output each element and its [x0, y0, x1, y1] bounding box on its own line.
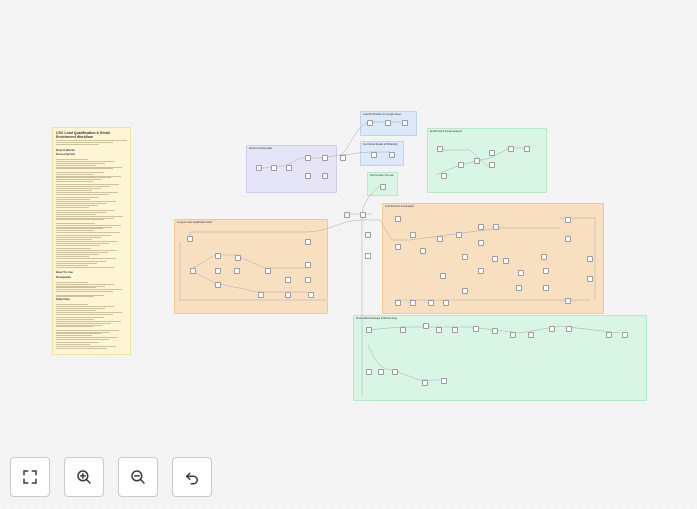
workflow-node[interactable] [385, 120, 391, 126]
workflow-node[interactable] [510, 332, 516, 338]
undo-button[interactable] [172, 457, 212, 497]
workflow-node[interactable] [493, 224, 499, 230]
workflow-node[interactable] [410, 232, 416, 238]
workflow-node[interactable] [443, 300, 449, 306]
workflow-node[interactable] [437, 236, 443, 242]
workflow-node[interactable] [516, 285, 522, 291]
zoom-out-button[interactable] [118, 457, 158, 497]
workflow-node[interactable] [456, 232, 462, 238]
workflow-node[interactable] [371, 152, 377, 158]
workflow-node[interactable] [441, 173, 447, 179]
zoom-in-icon [77, 470, 91, 484]
workflow-node[interactable] [365, 232, 371, 238]
workflow-node[interactable] [235, 255, 241, 261]
workflow-node[interactable] [366, 369, 372, 375]
workflow-node[interactable] [305, 262, 311, 268]
workflow-node[interactable] [360, 212, 366, 218]
workflow-node[interactable] [436, 327, 442, 333]
workflow-node[interactable] [285, 277, 291, 283]
workflow-node[interactable] [215, 253, 221, 259]
workflow-node[interactable] [389, 152, 395, 158]
workflow-node[interactable] [322, 155, 328, 161]
workflow-node[interactable] [367, 120, 373, 126]
workflow-node[interactable] [541, 254, 547, 260]
workflow-node[interactable] [543, 285, 549, 291]
workflow-node[interactable] [410, 300, 416, 306]
workflow-node[interactable] [420, 248, 426, 254]
workflow-node[interactable] [258, 292, 264, 298]
workflow-node[interactable] [549, 326, 555, 332]
workflow-node[interactable] [565, 236, 571, 242]
workflow-node[interactable] [305, 155, 311, 161]
workflow-node[interactable] [565, 217, 571, 223]
workflow-node[interactable] [422, 380, 428, 386]
workflow-node[interactable] [462, 254, 468, 260]
workflow-node[interactable] [190, 268, 196, 274]
workflow-node[interactable] [518, 270, 524, 276]
workflow-node[interactable] [528, 332, 534, 338]
workflow-node[interactable] [395, 244, 401, 250]
workflow-node[interactable] [395, 216, 401, 222]
workflow-node[interactable] [344, 212, 350, 218]
workflow-node[interactable] [365, 253, 371, 259]
workflow-node[interactable] [606, 332, 612, 338]
connection-wires [179, 121, 621, 395]
workflow-node[interactable] [473, 326, 479, 332]
fit-view-button[interactable] [10, 457, 50, 497]
workflow-canvas[interactable]: CSV Lead Qualification & Email Enrichmen… [0, 0, 697, 509]
workflow-node[interactable] [524, 146, 530, 152]
workflow-node[interactable] [234, 268, 240, 274]
workflow-node[interactable] [462, 288, 468, 294]
zoom-out-icon [131, 470, 145, 484]
workflow-node[interactable] [566, 326, 572, 332]
workflow-node[interactable] [285, 292, 291, 298]
workflow-node[interactable] [622, 332, 628, 338]
workflow-node[interactable] [503, 258, 509, 264]
workflow-node[interactable] [308, 292, 314, 298]
workflow-node[interactable] [402, 120, 408, 126]
workflow-node[interactable] [305, 277, 311, 283]
workflow-node[interactable] [340, 155, 346, 161]
workflow-node[interactable] [187, 236, 193, 242]
workflow-node[interactable] [492, 256, 498, 262]
workflow-node[interactable] [423, 323, 429, 329]
workflow-node[interactable] [400, 327, 406, 333]
workflow-node[interactable] [366, 327, 372, 333]
workflow-node[interactable] [378, 369, 384, 375]
workflow-node[interactable] [305, 239, 311, 245]
workflow-node[interactable] [452, 327, 458, 333]
workflow-node[interactable] [286, 165, 292, 171]
workflow-node[interactable] [215, 268, 221, 274]
workflow-node[interactable] [265, 268, 271, 274]
workflow-node[interactable] [489, 162, 495, 168]
zoom-in-button[interactable] [64, 457, 104, 497]
workflow-node[interactable] [215, 282, 221, 288]
workflow-node[interactable] [474, 158, 480, 164]
workflow-node[interactable] [478, 268, 484, 274]
workflow-node[interactable] [305, 173, 311, 179]
workflow-node[interactable] [478, 240, 484, 246]
workflow-node[interactable] [256, 165, 262, 171]
workflow-node[interactable] [508, 146, 514, 152]
workflow-node[interactable] [587, 276, 593, 282]
workflow-node[interactable] [380, 184, 386, 190]
workflow-node[interactable] [440, 273, 446, 279]
workflow-node[interactable] [271, 165, 277, 171]
workflow-node[interactable] [437, 146, 443, 152]
fit-view-icon [23, 470, 37, 484]
workflow-node[interactable] [392, 369, 398, 375]
workflow-node[interactable] [489, 150, 495, 156]
workflow-node[interactable] [587, 256, 593, 262]
workflow-node[interactable] [543, 268, 549, 274]
workflow-node[interactable] [478, 224, 484, 230]
workflow-node[interactable] [492, 328, 498, 334]
workflow-node[interactable] [322, 173, 328, 179]
workflow-node[interactable] [441, 378, 447, 384]
workflow-node[interactable] [395, 300, 401, 306]
undo-icon [186, 472, 198, 485]
workflow-node[interactable] [565, 298, 571, 304]
workflow-node[interactable] [458, 162, 464, 168]
workflow-node[interactable] [428, 300, 434, 306]
